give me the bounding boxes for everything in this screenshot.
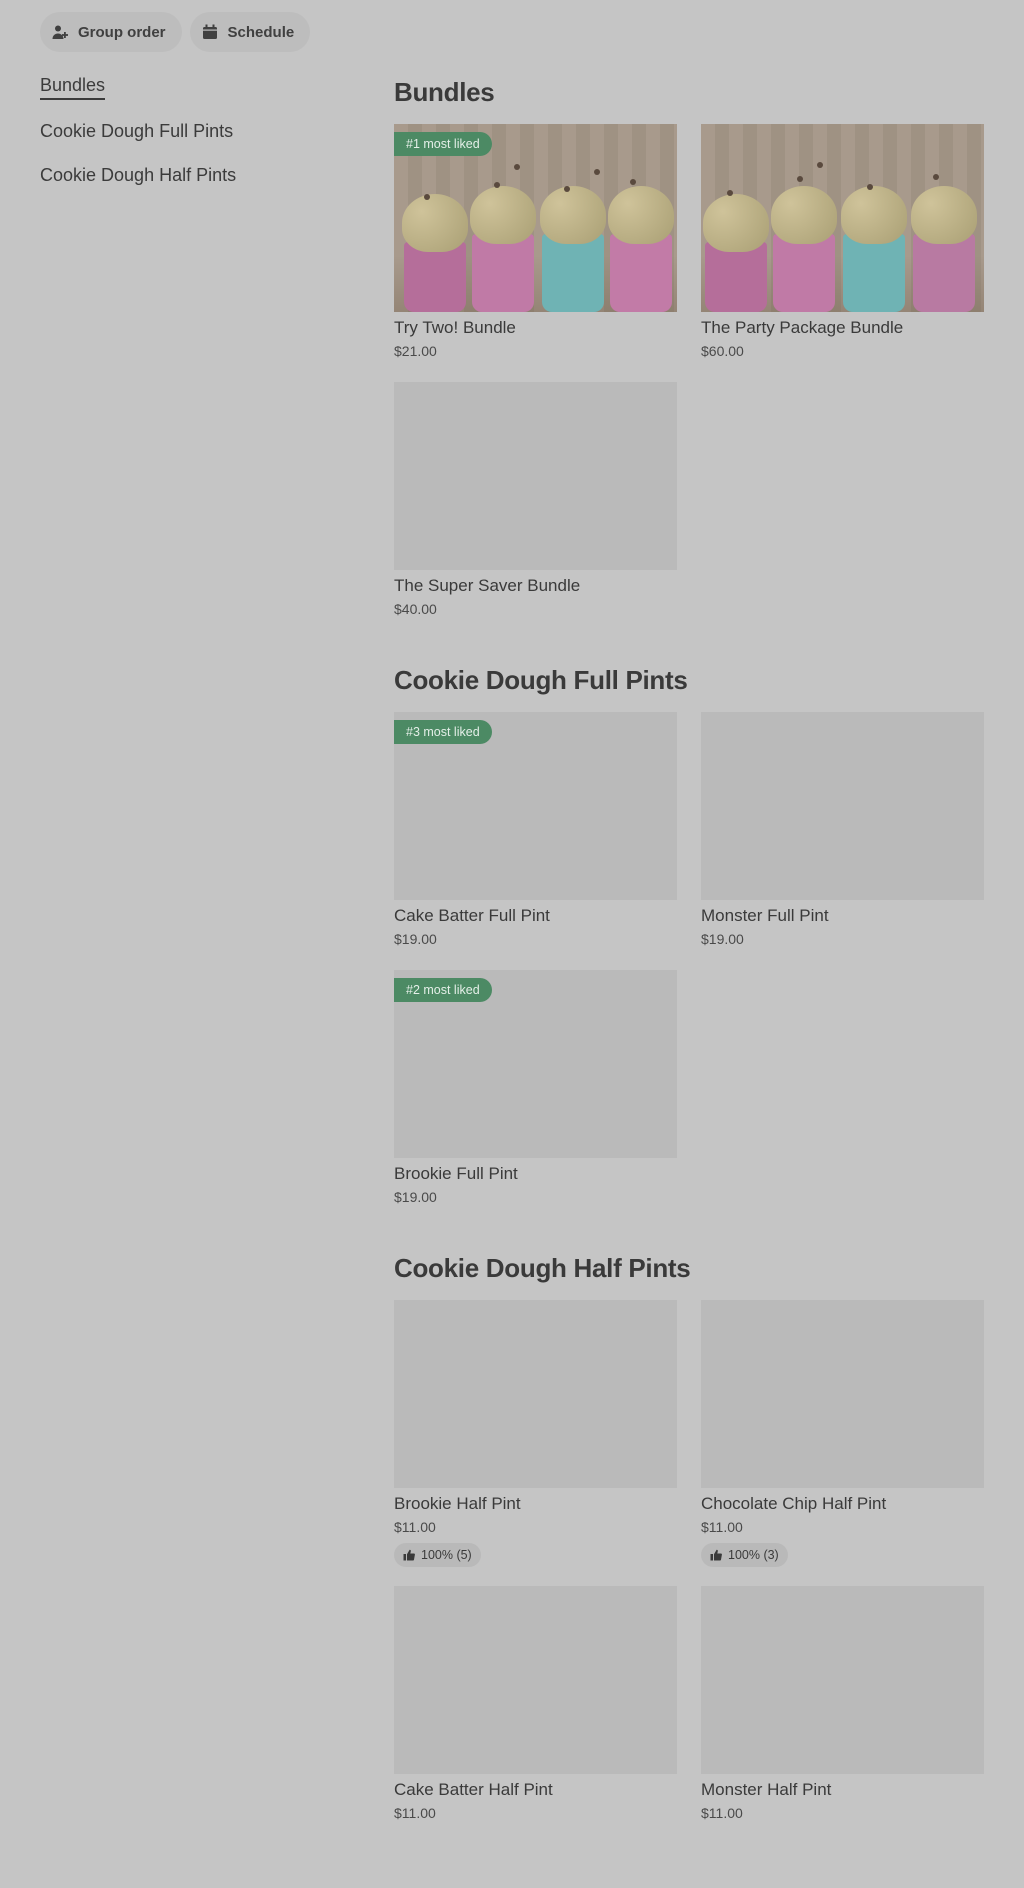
menu-item-card[interactable]: Chocolate Chip Half Pint $11.00 100% (3) xyxy=(701,1300,984,1567)
item-price: $19.00 xyxy=(701,931,744,947)
sidebar-item-full-pints[interactable]: Cookie Dough Full Pints xyxy=(40,120,340,142)
item-name: Monster Full Pint xyxy=(701,906,829,925)
item-price: $21.00 xyxy=(394,343,437,359)
top-actions: Group order Schedule xyxy=(40,12,311,52)
item-name: Brookie Half Pint xyxy=(394,1494,521,1513)
item-name: Cake Batter Half Pint xyxy=(394,1780,553,1799)
thumbs-up-icon xyxy=(403,1549,415,1561)
rating-text: 100% (3) xyxy=(728,1548,779,1562)
schedule-label: Schedule xyxy=(227,23,295,41)
item-photo-placeholder xyxy=(701,1300,984,1488)
menu-item-card[interactable]: The Party Package Bundle $60.00 xyxy=(701,124,984,361)
menu-item-card[interactable]: Monster Half Pint $11.00 xyxy=(701,1586,984,1823)
menu-item-card[interactable]: #2 most liked Brookie Full Pint $19.00 xyxy=(394,970,677,1207)
add-person-icon xyxy=(52,24,68,40)
item-price: $11.00 xyxy=(394,1519,436,1535)
item-price: $19.00 xyxy=(394,1189,437,1205)
item-photo-placeholder xyxy=(701,1586,984,1774)
item-name: Cake Batter Full Pint xyxy=(394,906,550,925)
menu-item-card[interactable]: The Super Saver Bundle $40.00 xyxy=(394,382,677,619)
menu-item-card[interactable]: Brookie Half Pint $11.00 100% (5) xyxy=(394,1300,677,1567)
menu-item-card[interactable]: #3 most liked Cake Batter Full Pint $19.… xyxy=(394,712,677,949)
item-photo: #1 most liked xyxy=(394,124,677,312)
item-photo-placeholder: #3 most liked xyxy=(394,712,677,900)
item-photo-placeholder: #2 most liked xyxy=(394,970,677,1158)
item-photo-placeholder xyxy=(701,712,984,900)
item-price: $11.00 xyxy=(701,1805,743,1821)
item-name: Try Two! Bundle xyxy=(394,318,516,337)
section-title-bundles: Bundles xyxy=(394,77,495,107)
group-order-label: Group order xyxy=(78,23,166,41)
most-liked-badge: #2 most liked xyxy=(394,978,492,1002)
schedule-button[interactable]: Schedule xyxy=(189,12,311,52)
calendar-icon xyxy=(202,24,218,40)
item-name: Monster Half Pint xyxy=(701,1780,832,1799)
most-liked-badge: #1 most liked xyxy=(394,132,492,156)
item-photo-placeholder xyxy=(394,382,677,570)
rating-badge: 100% (5) xyxy=(394,1543,481,1567)
item-name: Brookie Full Pint xyxy=(394,1164,518,1183)
section-title-half-pints: Cookie Dough Half Pints xyxy=(394,1253,691,1283)
menu-item-card[interactable]: Monster Full Pint $19.00 xyxy=(701,712,984,949)
section-title-full-pints: Cookie Dough Full Pints xyxy=(394,665,688,695)
item-price: $11.00 xyxy=(394,1805,436,1821)
sidebar-item-half-pints[interactable]: Cookie Dough Half Pints xyxy=(40,164,340,186)
item-photo-placeholder xyxy=(394,1586,677,1774)
menu-item-card[interactable]: #1 most liked Try Two! Bundle $21.00 xyxy=(394,124,677,361)
item-photo-placeholder xyxy=(394,1300,677,1488)
item-name: Chocolate Chip Half Pint xyxy=(701,1494,887,1513)
rating-badge: 100% (3) xyxy=(701,1543,788,1567)
group-order-button[interactable]: Group order xyxy=(40,12,182,52)
rating-text: 100% (5) xyxy=(421,1548,472,1562)
item-price: $40.00 xyxy=(394,601,437,617)
item-price: $11.00 xyxy=(701,1519,743,1535)
menu-item-card[interactable]: Cake Batter Half Pint $11.00 xyxy=(394,1586,677,1823)
thumbs-up-icon xyxy=(710,1549,722,1561)
item-price: $60.00 xyxy=(701,343,744,359)
item-price: $19.00 xyxy=(394,931,437,947)
item-name: The Super Saver Bundle xyxy=(394,576,581,595)
sidebar-item-bundles[interactable]: Bundles xyxy=(40,74,106,100)
most-liked-badge: #3 most liked xyxy=(394,720,492,744)
category-sidebar: Bundles Cookie Dough Full Pints Cookie D… xyxy=(40,74,340,208)
item-photo xyxy=(701,124,984,312)
item-name: The Party Package Bundle xyxy=(701,318,904,337)
